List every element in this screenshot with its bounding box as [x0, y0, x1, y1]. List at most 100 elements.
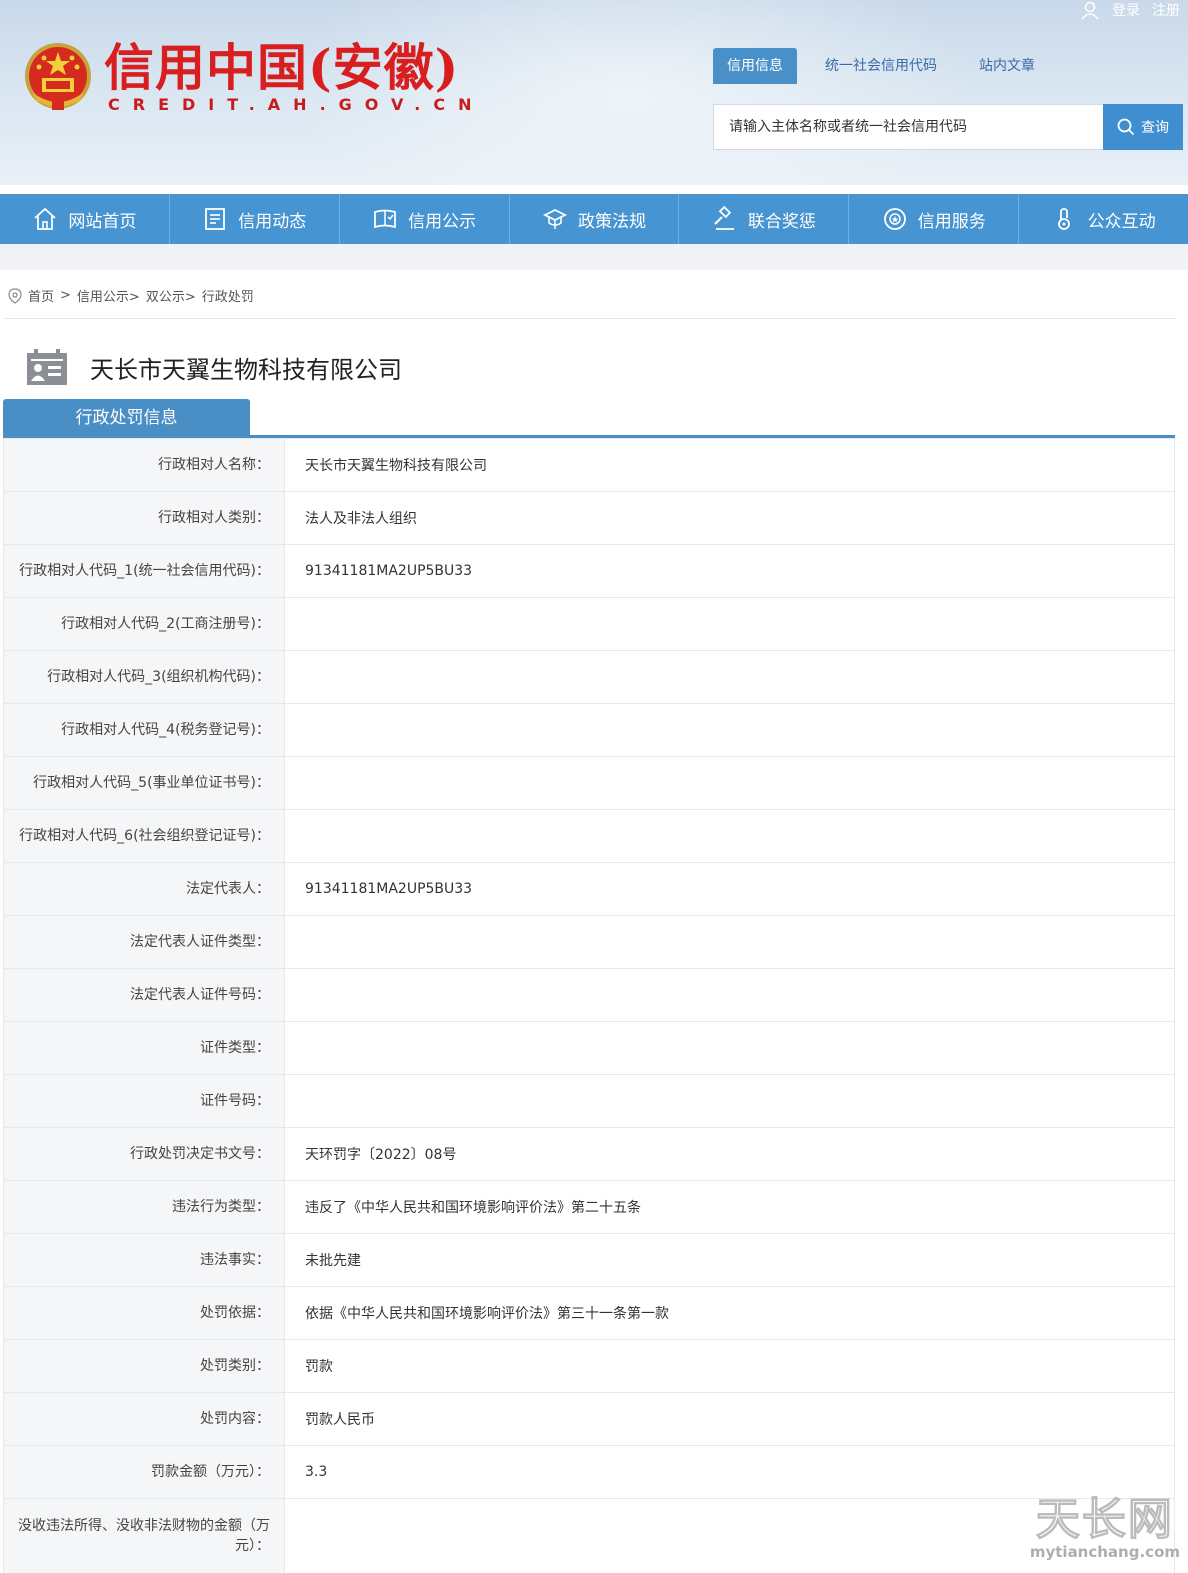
login-link[interactable]: 登录: [1112, 0, 1140, 20]
breadcrumb-publicity[interactable]: 信用公示>: [77, 286, 140, 305]
field-value: 违反了《中华人民共和国环境影响评价法》第二十五条: [284, 1180, 1175, 1234]
field-label: 行政相对人代码_1(统一社会信用代码)：: [3, 544, 285, 598]
field-value: [284, 1021, 1175, 1075]
search-tab-articles[interactable]: 站内文章: [965, 48, 1049, 84]
national-emblem-icon: [25, 43, 91, 110]
table-row: 证件类型：: [3, 1021, 1175, 1075]
nav-label: 信用动态: [238, 211, 307, 232]
nav-item-publicity[interactable]: 信用公示: [340, 194, 510, 244]
site-logo-domain: CREDIT.AH.GOV.CN: [108, 95, 485, 114]
table-row: 行政相对人代码_3(组织机构代码)：: [3, 650, 1175, 704]
field-value: 依据《中华人民共和国环境影响评价法》第三十一条第一款: [284, 1286, 1175, 1340]
table-row: 行政相对人名称： 天长市天翼生物科技有限公司: [3, 438, 1175, 492]
field-label: 行政相对人名称：: [3, 438, 285, 492]
field-value: [284, 809, 1175, 863]
field-label: 违法事实：: [3, 1233, 285, 1287]
field-label: 证件号码：: [3, 1074, 285, 1128]
field-label: 违法行为类型：: [3, 1180, 285, 1234]
table-row: 行政相对人代码_2(工商注册号)：: [3, 597, 1175, 651]
field-label: 行政相对人代码_5(事业单位证书号)：: [3, 756, 285, 810]
field-label: 行政处罚决定书文号：: [3, 1127, 285, 1181]
field-label: 行政相对人代码_2(工商注册号)：: [3, 597, 285, 651]
table-row: 法定代表人证件号码：: [3, 968, 1175, 1022]
nav-item-service[interactable]: 信用服务: [849, 194, 1020, 244]
field-value: 罚款: [284, 1339, 1175, 1393]
nav-item-rewards[interactable]: 联合奖惩: [679, 194, 850, 244]
policy-icon: [542, 208, 568, 229]
breadcrumb-double-publicity[interactable]: 双公示>: [146, 286, 196, 305]
service-icon: [883, 208, 906, 230]
nav-label: 网站首页: [68, 211, 137, 232]
field-value: 天长市天翼生物科技有限公司: [284, 438, 1175, 492]
search-box: 查询: [713, 104, 1183, 150]
field-value: 91341181MA2UP5BU33: [284, 544, 1175, 598]
search-tab-credit-code[interactable]: 统一社会信用代码: [811, 48, 951, 84]
field-value: [284, 1074, 1175, 1128]
field-label: 证件类型：: [3, 1021, 285, 1075]
user-icon: [1081, 1, 1099, 20]
nav-label: 联合奖惩: [747, 211, 816, 232]
company-profile-icon: [27, 349, 67, 385]
notice-icon: [374, 209, 397, 229]
nav-spacer: [0, 244, 1188, 270]
field-value: [284, 968, 1175, 1022]
field-value: [284, 650, 1175, 704]
table-row: 行政相对人类别： 法人及非法人组织: [3, 491, 1175, 545]
search-tab-credit-info[interactable]: 信用信息: [713, 48, 797, 84]
search-button[interactable]: 查询: [1103, 104, 1183, 150]
main-nav: 网站首页 信用动态 信用公示 政策法规 联合奖惩 信用服务 公众互动: [0, 194, 1188, 244]
breadcrumb-penalty: 行政处罚: [201, 290, 254, 305]
field-value: [284, 756, 1175, 810]
table-row: 违法事实： 未批先建: [3, 1233, 1175, 1287]
field-label: 法定代表人：: [3, 862, 285, 916]
nav-label: 政策法规: [578, 211, 646, 232]
table-row: 行政处罚决定书文号： 天环罚字〔2022〕08号: [3, 1127, 1175, 1181]
nav-label: 信用服务: [917, 211, 986, 232]
field-label: 没收违法所得、没收非法财物的金额（万元）：: [3, 1498, 285, 1573]
search-input[interactable]: [714, 105, 1104, 149]
table-row: 处罚依据： 依据《中华人民共和国环境影响评价法》第三十一条第一款: [3, 1286, 1175, 1340]
breadcrumb: 首页 > 信用公示> 双公示> 行政处罚: [8, 286, 254, 305]
field-value: 罚款人民币: [284, 1392, 1175, 1446]
search-button-label: 查询: [1141, 120, 1169, 136]
watermark-url: mytianchang.com: [1029, 1543, 1180, 1561]
nav-item-home[interactable]: 网站首页: [0, 194, 170, 244]
nav-item-policy[interactable]: 政策法规: [510, 194, 680, 244]
user-bar: 登录 注册: [1080, 0, 1180, 20]
home-icon: [34, 207, 57, 230]
table-row: 行政相对人代码_4(税务登记号)：: [3, 703, 1175, 757]
table-row: 法定代表人： 91341181MA2UP5BU33: [3, 862, 1175, 916]
tab-penalty-info[interactable]: 行政处罚信息: [3, 399, 250, 437]
field-value: [284, 915, 1175, 969]
location-pin-icon: [8, 287, 22, 304]
field-value: 天环罚字〔2022〕08号: [284, 1127, 1175, 1181]
search-tabs: 信用信息 统一社会信用代码 站内文章: [713, 48, 1063, 84]
watermark-logo: 天长网 mytianchang.com: [1029, 1494, 1180, 1561]
gavel-icon: [714, 206, 734, 230]
site-header: 信用中国(安徽) CREDIT.AH.GOV.CN 登录 注册 信用信息 统一社…: [0, 0, 1188, 185]
nav-item-news[interactable]: 信用动态: [170, 194, 340, 244]
field-value: 未批先建: [284, 1233, 1175, 1287]
field-label: 行政相对人代码_4(税务登记号)：: [3, 703, 285, 757]
field-label: 行政相对人类别：: [3, 491, 285, 545]
nav-label: 信用公示: [408, 211, 477, 232]
penalty-info-table: 行政相对人名称： 天长市天翼生物科技有限公司 行政相对人类别： 法人及非法人组织 行…: [3, 438, 1175, 1573]
field-value: 法人及非法人组织: [284, 491, 1175, 545]
field-value: 91341181MA2UP5BU33: [284, 862, 1175, 916]
field-label: 行政相对人代码_6(社会组织登记证号)：: [3, 809, 285, 863]
company-name-title: 天长市天翼生物科技有限公司: [90, 356, 402, 384]
field-label: 处罚类别：: [3, 1339, 285, 1393]
field-label: 行政相对人代码_3(组织机构代码)：: [3, 650, 285, 704]
table-row: 处罚类别： 罚款: [3, 1339, 1175, 1393]
table-row: 行政相对人代码_1(统一社会信用代码)： 91341181MA2UP5BU33: [3, 544, 1175, 598]
breadcrumb-home[interactable]: 首页: [28, 286, 54, 305]
search-icon: [1117, 118, 1135, 136]
watermark-title: 天长网: [1035, 1494, 1174, 1545]
register-link[interactable]: 注册: [1152, 0, 1180, 20]
divider: [4, 318, 1176, 319]
site-logo-text[interactable]: 信用中国(安徽): [104, 38, 459, 98]
table-row: 行政相对人代码_6(社会组织登记证号)：: [3, 809, 1175, 863]
table-row: 没收违法所得、没收非法财物的金额（万元）：: [3, 1498, 1175, 1573]
field-label: 处罚依据：: [3, 1286, 285, 1340]
nav-item-interact[interactable]: 公众互动: [1019, 194, 1188, 244]
